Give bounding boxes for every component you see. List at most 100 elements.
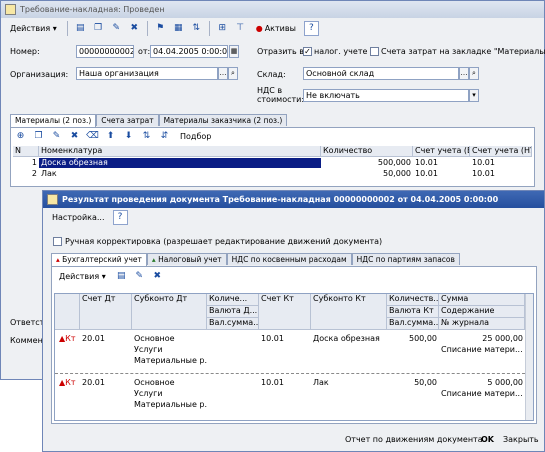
table-row-sub-dt-3[interactable]: Материальные р... xyxy=(132,400,207,410)
col-journal: № журнала xyxy=(439,318,525,330)
table-row-n[interactable]: 1 xyxy=(13,158,39,168)
open-search-icon[interactable]: ⌕ xyxy=(469,67,479,80)
movements-icon[interactable]: ⇅ xyxy=(189,21,204,36)
tab-vat-batches[interactable]: НДС по партиям запасов xyxy=(351,253,460,265)
tab-vat-indirect[interactable]: НДС по косвенным расходам xyxy=(226,253,352,265)
report-link[interactable]: Отчет по движениям документа xyxy=(345,435,483,444)
help-button[interactable]: ? xyxy=(303,20,319,36)
posting-add-icon[interactable]: ▤ xyxy=(114,269,129,284)
table-row-qty[interactable]: 500,00 xyxy=(387,334,439,344)
actions-menu[interactable]: Действия ▾ xyxy=(5,21,62,36)
calendar-icon[interactable]: ▦ xyxy=(229,45,239,58)
post-icon[interactable]: ⚑ xyxy=(153,21,168,36)
posting-edit-icon[interactable]: ✎ xyxy=(132,269,147,284)
table-row-qty[interactable]: 50,00 xyxy=(387,378,439,388)
col-cur-sum-dt: Вал.сумма... xyxy=(207,318,259,330)
select-ellipsis-icon[interactable]: … xyxy=(218,67,228,80)
row-delete-icon[interactable]: ✖ xyxy=(67,129,82,144)
accounting-icon: ▴ xyxy=(56,255,60,264)
table-toolbar: ⊕ ❐ ✎ ✖ ⌫ ⬆ ⬇ ⇅ ⇵ Подбор xyxy=(11,128,534,144)
select-ellipsis-icon[interactable]: … xyxy=(459,67,469,80)
table-row-sub-dt-1[interactable]: Основное xyxy=(132,334,207,344)
table-row-sub-dt-1[interactable]: Основное xyxy=(132,378,207,388)
row-add-icon[interactable]: ⊕ xyxy=(13,129,28,144)
postings-grid: Счет Дт Субконто Дт Количе... Валюта Д..… xyxy=(54,293,534,421)
tax-accounting-label: налог. учете xyxy=(314,47,368,56)
table-row-bu[interactable]: 10.01 xyxy=(413,158,470,168)
tab-materials[interactable]: Материалы (2 поз.) xyxy=(10,114,97,127)
table-row-qty[interactable]: 50,000 xyxy=(321,169,413,179)
vat-field[interactable]: Не включать xyxy=(303,89,469,102)
table-row-acct-kt[interactable]: 10.01 xyxy=(259,334,311,344)
table-row-nu[interactable]: 10.01 xyxy=(470,169,532,179)
organization-field[interactable]: Наша организация xyxy=(76,67,218,80)
table-row-name[interactable]: Доска обрезная xyxy=(39,158,321,168)
warehouse-field[interactable]: Основной склад xyxy=(303,67,459,80)
table-row-content[interactable]: Списание матери... xyxy=(439,345,525,355)
number-field[interactable]: 00000000002 xyxy=(76,45,134,58)
tab-tax-accounting[interactable]: ▴ Налоговый учет xyxy=(146,253,227,265)
table-row-sub-kt[interactable]: Доска обрезная xyxy=(311,334,387,344)
materials-accounts-checkbox[interactable] xyxy=(370,47,379,56)
move-down-icon[interactable]: ⬇ xyxy=(121,129,136,144)
document-icon xyxy=(5,4,16,15)
tab-customer-materials[interactable]: Материалы заказчика (2 поз.) xyxy=(158,114,288,126)
toolbar-separator xyxy=(146,20,148,36)
tab-panel: ⊕ ❐ ✎ ✖ ⌫ ⬆ ⬇ ⇅ ⇵ Подбор N Номенклатура … xyxy=(10,127,535,187)
manual-correction-checkbox[interactable] xyxy=(53,237,62,246)
table-row-sub-dt-2[interactable]: Услуги xyxy=(132,345,207,355)
table-row-n[interactable]: 2 xyxy=(13,169,39,179)
tab-accounting[interactable]: ▴ Бухгалтерский учет xyxy=(51,253,147,266)
table-row-sum[interactable]: 5 000,00 xyxy=(439,378,525,388)
report-icon[interactable]: ▦ xyxy=(171,21,186,36)
table-row-sum[interactable]: 25 000,00 xyxy=(439,334,525,344)
table-row-sub-kt[interactable]: Лак xyxy=(311,378,387,388)
main-window-title: Требование-накладная: Проведен xyxy=(20,5,165,14)
move-up-icon[interactable]: ⬆ xyxy=(103,129,118,144)
selection-button[interactable]: Подбор xyxy=(175,129,216,144)
table-row-qty[interactable]: 500,000 xyxy=(321,158,413,168)
warehouse-label: Склад: xyxy=(257,70,286,79)
row-copy-icon[interactable]: ❐ xyxy=(31,129,46,144)
row-clear-icon[interactable]: ⌫ xyxy=(85,129,100,144)
row-edit-icon[interactable]: ✎ xyxy=(49,129,64,144)
assets-button[interactable]: ● Активы xyxy=(251,21,301,36)
table-row-sub-dt-3[interactable]: Материальные р... xyxy=(132,356,207,366)
main-toolbar: Действия ▾ ▤ ❐ ✎ ✖ ⚑ ▦ ⇅ ⊞ ⊤ ● Активы ? xyxy=(1,18,544,38)
help-button[interactable]: ? xyxy=(112,209,128,225)
copy-icon[interactable]: ❐ xyxy=(91,21,106,36)
add-icon[interactable]: ▤ xyxy=(73,21,88,36)
edit-icon[interactable]: ✎ xyxy=(109,21,124,36)
date-field[interactable]: 04.04.2005 0:00:0 xyxy=(150,45,228,58)
col-account-bu: Счет учета (БУ) xyxy=(413,146,470,157)
postings-actions-menu[interactable]: Действия ▾ xyxy=(54,269,111,284)
table-row-bu[interactable]: 10.01 xyxy=(413,169,470,179)
result-toolbar: Настройка... ? xyxy=(43,208,544,226)
sort-desc-icon[interactable]: ⇵ xyxy=(157,129,172,144)
table-row-acct-dt[interactable]: 20.01 xyxy=(80,334,132,344)
sort-asc-icon[interactable]: ⇅ xyxy=(139,129,154,144)
dropdown-icon[interactable]: ▾ xyxy=(469,89,479,102)
date-label: от: xyxy=(138,47,151,56)
materials-accounts-label: Счета затрат на закладке "Материалы" xyxy=(381,47,545,56)
settings-button[interactable]: Настройка... xyxy=(47,210,110,225)
table-row-sub-dt-2[interactable]: Услуги xyxy=(132,389,207,399)
delete-icon[interactable]: ✖ xyxy=(127,21,142,36)
posting-icon: ▲Кт xyxy=(59,378,76,387)
table-row-acct-kt[interactable]: 10.01 xyxy=(259,378,311,388)
close-button[interactable]: Закрыть xyxy=(503,435,539,444)
open-search-icon[interactable]: ⌕ xyxy=(228,67,238,80)
table-row-nu[interactable]: 10.01 xyxy=(470,158,532,168)
filter-icon[interactable]: ⊤ xyxy=(233,21,248,36)
table-row-content[interactable]: Списание матери... xyxy=(439,389,525,399)
col-subconto-dt: Субконто Дт xyxy=(132,294,207,330)
table-row-name[interactable]: Лак xyxy=(39,169,321,179)
ok-button[interactable]: OK xyxy=(481,435,494,444)
tab-cost-accounts[interactable]: Счета затрат xyxy=(96,114,159,126)
posting-delete-icon[interactable]: ✖ xyxy=(150,269,165,284)
table-row-acct-dt[interactable]: 20.01 xyxy=(80,378,132,388)
postings-toolbar: Действия ▾ ▤ ✎ ✖ xyxy=(52,267,536,285)
postings-scrollbar[interactable] xyxy=(525,294,533,420)
structure-icon[interactable]: ⊞ xyxy=(215,21,230,36)
tax-accounting-checkbox[interactable]: ✓ xyxy=(303,47,312,56)
